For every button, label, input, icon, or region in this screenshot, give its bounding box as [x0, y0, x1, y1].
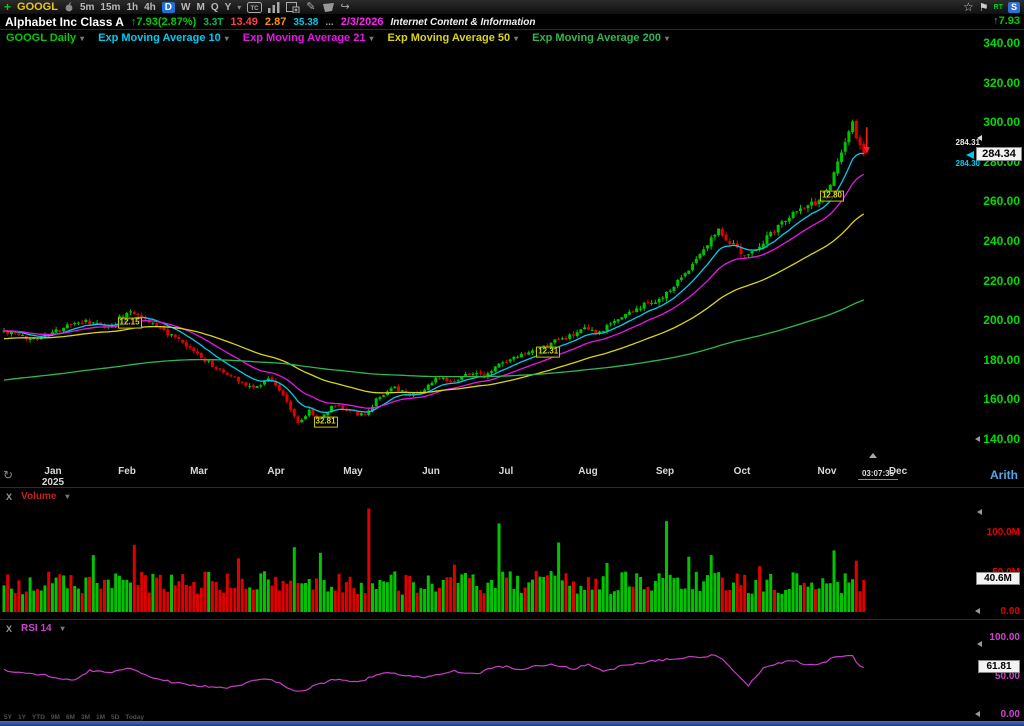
zoom-preset[interactable]: 1M: [96, 714, 105, 721]
last-volume-box: 40.6M: [976, 572, 1020, 585]
last-rsi-box: 61.81: [978, 660, 1020, 673]
volume-close-button[interactable]: X: [6, 492, 12, 502]
rsi-close-button[interactable]: X: [6, 624, 12, 634]
volume-plot-region[interactable]: [0, 488, 1024, 619]
zoom-preset[interactable]: 5Y: [4, 714, 12, 721]
bid-arrow-icon: [966, 151, 974, 159]
scale-type-label[interactable]: Arith: [990, 469, 1018, 482]
rsi-panel-label[interactable]: RSI 14: [21, 623, 52, 634]
volume-dropdown-icon[interactable]: ▾: [65, 492, 69, 501]
legend-label: GOOGL Daily: [6, 32, 76, 44]
legend-item-ema-10[interactable]: Exp Moving Average 10 ▾: [98, 32, 229, 44]
zoom-preset[interactable]: 6M: [66, 714, 75, 721]
panel-divider[interactable]: [0, 487, 1024, 488]
ask-price-label: 284.31: [956, 139, 980, 148]
chevron-down-icon[interactable]: ▾: [369, 34, 373, 43]
volume-panel-header: X Volume ▾: [6, 491, 69, 502]
legend-item-series-googl-daily[interactable]: GOOGL Daily ▾: [6, 32, 84, 44]
main-price-panel[interactable]: [0, 30, 1024, 465]
tc2000-window: + GOOGL 5m 15m 1h 4h D W M Q Y ▾ TC ✎ ↪ …: [0, 0, 1024, 726]
legend-label: Exp Moving Average 10: [98, 32, 221, 44]
zoom-preset[interactable]: 3M: [81, 714, 90, 721]
rsi-panel-header: X RSI 14 ▾: [6, 623, 65, 634]
chevron-down-icon[interactable]: ▾: [665, 34, 669, 43]
legend-item-ema-50[interactable]: Exp Moving Average 50 ▾: [387, 32, 518, 44]
bar-countdown-timer: 03:07:35: [858, 469, 898, 480]
bid-price-label: 284.30: [956, 160, 980, 169]
bottom-scrollbar[interactable]: [0, 721, 1024, 726]
chevron-down-icon[interactable]: ▾: [225, 34, 229, 43]
chevron-down-icon[interactable]: ▾: [514, 34, 518, 43]
zoom-preset[interactable]: 9M: [51, 714, 60, 721]
zoom-preset[interactable]: Today: [125, 714, 144, 721]
zoom-preset-bar: 5Y 1Y YTD 9M 6M 3M 1M 5D Today: [4, 714, 144, 721]
zoom-preset[interactable]: 5D: [111, 714, 119, 721]
legend-label: Exp Moving Average 21: [243, 32, 366, 44]
legend-label: Exp Moving Average 50: [387, 32, 510, 44]
legend-item-ema-21[interactable]: Exp Moving Average 21▾: [243, 32, 374, 44]
chevron-down-icon[interactable]: ▾: [80, 34, 84, 43]
panel-divider[interactable]: [0, 619, 1024, 620]
zoom-preset[interactable]: 1Y: [18, 714, 26, 721]
scroll-reset-icon[interactable]: ↻: [3, 468, 13, 482]
legend-item-ema-200[interactable]: Exp Moving Average 200 ▾: [532, 32, 669, 44]
rsi-plot-region[interactable]: [0, 620, 1024, 716]
rsi-dropdown-icon[interactable]: ▾: [61, 624, 65, 633]
zoom-preset[interactable]: YTD: [32, 714, 45, 721]
volume-panel-label[interactable]: Volume: [21, 491, 56, 502]
legend-label: Exp Moving Average 200: [532, 32, 661, 44]
last-price-box: 284.34: [976, 147, 1022, 161]
indicator-legend: GOOGL Daily▾Exp Moving Average 10▾Exp Mo…: [6, 32, 669, 44]
